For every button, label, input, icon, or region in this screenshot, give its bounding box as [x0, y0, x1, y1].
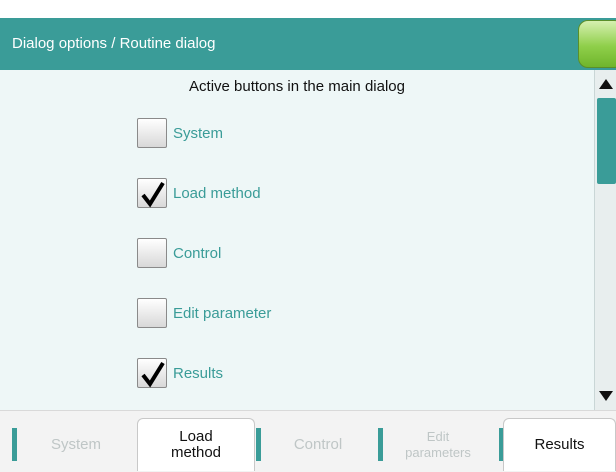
vertical-scrollbar[interactable] [594, 70, 616, 410]
checkmark-icon [141, 361, 165, 388]
control-checkbox[interactable] [137, 238, 167, 268]
results-checkbox[interactable] [137, 358, 167, 388]
scroll-thumb[interactable] [597, 98, 616, 184]
option-label: System [173, 124, 224, 142]
edit-parameter-checkbox[interactable] [137, 298, 167, 328]
results-button[interactable]: Results [503, 418, 616, 471]
option-row-control[interactable]: Control [137, 238, 221, 268]
option-row-system[interactable]: System [137, 118, 223, 148]
control-button[interactable]: Control [262, 418, 374, 471]
option-row-results[interactable]: Results [137, 358, 223, 388]
system-checkbox[interactable] [137, 118, 167, 148]
load-method-button[interactable]: Load method [137, 418, 255, 471]
checkmark-icon [141, 181, 165, 208]
scroll-up-button[interactable] [595, 72, 616, 96]
button-separator [12, 428, 17, 461]
option-label: Results [173, 364, 224, 382]
button-separator [256, 428, 261, 461]
window-title: Dialog options / Routine dialog [12, 35, 216, 52]
dialog-content [0, 70, 594, 410]
scroll-down-button[interactable] [595, 384, 616, 408]
system-button[interactable]: System [20, 418, 132, 471]
section-heading: Active buttons in the main dialog [189, 78, 405, 95]
load-method-checkbox[interactable] [137, 178, 167, 208]
option-label: Edit parameter [173, 304, 272, 322]
triangle-down-icon [599, 391, 613, 401]
option-label: Control [173, 244, 222, 262]
triangle-up-icon [599, 79, 613, 89]
edit-parameters-button[interactable]: Edit parameters [382, 418, 494, 471]
option-label: Load method [173, 184, 261, 202]
option-row-load-method[interactable]: Load method [137, 178, 261, 208]
option-row-edit-parameter[interactable]: Edit parameter [137, 298, 271, 328]
home-button[interactable] [578, 20, 616, 68]
